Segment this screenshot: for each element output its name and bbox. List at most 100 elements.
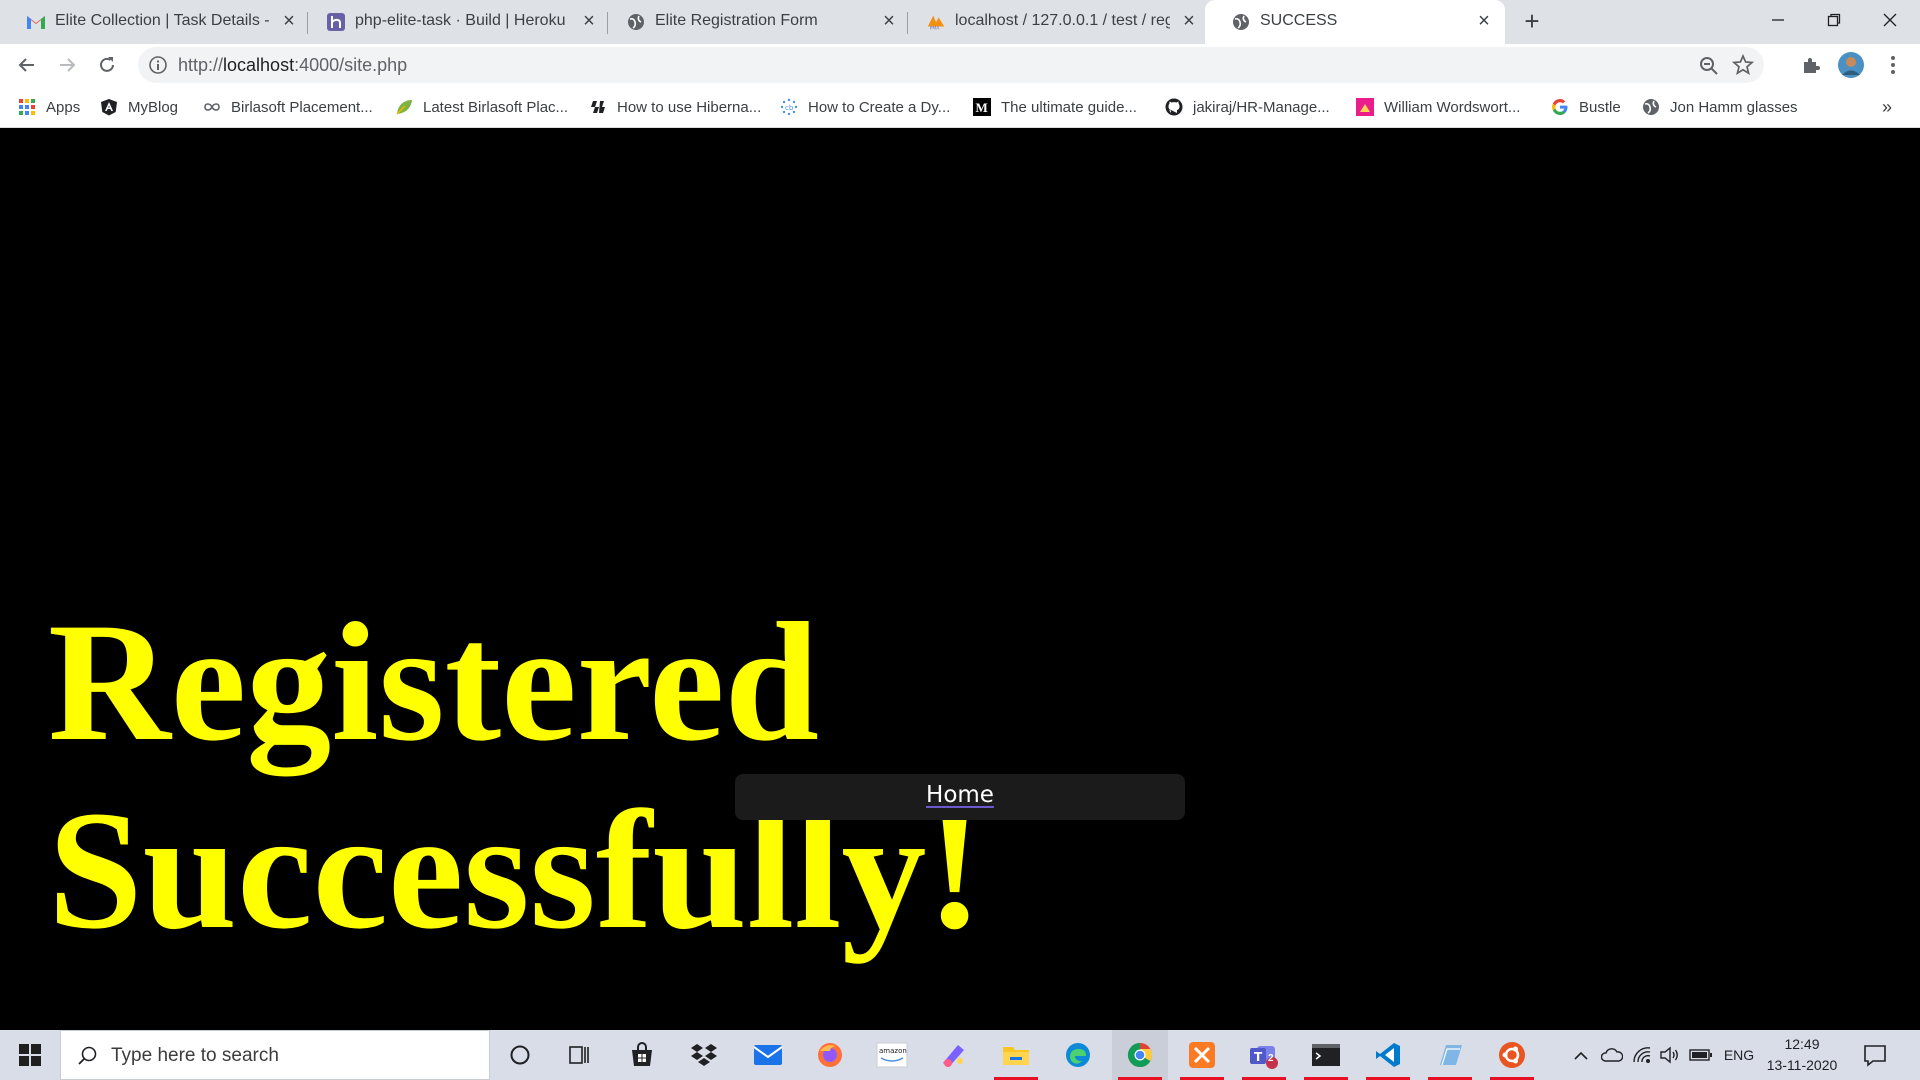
forward-icon[interactable]	[52, 50, 82, 80]
tab-strip: Elite Collection | Task Details - vis × …	[0, 0, 1920, 44]
bookmark-star-icon[interactable]	[1731, 53, 1755, 76]
bookmark-hibernate[interactable]: How to use Hiberna...	[589, 86, 761, 128]
bookmark-bustle[interactable]: Bustle	[1551, 86, 1621, 128]
terminal-icon[interactable]	[1298, 1030, 1354, 1080]
bookmark-label: Apps	[46, 98, 81, 116]
taskbar-search-box[interactable]: Type here to search	[60, 1030, 490, 1080]
language-indicator[interactable]: ENG	[1718, 1030, 1760, 1080]
tab-phpmyadmin[interactable]: PMA localhost / 127.0.0.1 / test / regis…	[900, 0, 1200, 44]
tab-gmail[interactable]: Elite Collection | Task Details - vis ×	[0, 0, 300, 44]
minimize-icon[interactable]	[1750, 0, 1806, 40]
phpmyadmin-icon: PMA	[926, 12, 946, 32]
ubuntu-icon[interactable]	[1484, 1030, 1540, 1080]
bookmark-label: How to Create a Dy...	[808, 98, 951, 116]
tab-title: Elite Collection | Task Details - vis	[55, 12, 270, 29]
url-host: localhost	[223, 55, 295, 75]
svg-text:amazon: amazon	[879, 1047, 907, 1055]
url-text: http://localhost:4000/site.php	[178, 47, 407, 83]
close-tab-icon[interactable]: ×	[1473, 10, 1495, 32]
info-icon[interactable]	[148, 55, 168, 75]
task-view-icon[interactable]	[552, 1030, 608, 1080]
svg-text:T: T	[1254, 1050, 1263, 1064]
bookmark-github-hr[interactable]: jakiraj/HR-Manage...	[1165, 86, 1330, 128]
avatar[interactable]	[1836, 50, 1866, 80]
file-explorer-icon[interactable]	[988, 1030, 1044, 1080]
amazon-icon[interactable]: amazon	[864, 1030, 920, 1080]
gmail-icon	[26, 12, 46, 32]
back-icon[interactable]	[12, 50, 42, 80]
bookmark-label: Birlasoft Placement...	[231, 98, 373, 116]
home-link[interactable]: Home	[926, 782, 994, 808]
new-tab-button[interactable]: +	[1518, 8, 1546, 36]
bustle-icon	[1356, 98, 1374, 116]
github-icon	[1165, 98, 1183, 116]
clock-date: 13-11-2020	[1766, 1057, 1838, 1073]
url-scheme: http://	[178, 55, 224, 75]
angular-icon	[100, 98, 118, 116]
heading-line-1: Registered	[48, 588, 820, 776]
mail-icon[interactable]	[740, 1030, 796, 1080]
firefox-icon[interactable]	[802, 1030, 858, 1080]
dropbox-icon[interactable]	[676, 1030, 732, 1080]
teams-badge: 2	[1268, 1053, 1274, 1064]
notification-center-icon[interactable]	[1862, 1042, 1888, 1068]
bookmark-label: The ultimate guide...	[1001, 98, 1137, 116]
zoom-icon[interactable]	[1698, 55, 1720, 77]
globe-icon	[626, 12, 646, 32]
reload-icon[interactable]	[92, 50, 122, 80]
bookmark-label: Bustle	[1579, 98, 1621, 116]
vscode-icon[interactable]	[1360, 1030, 1416, 1080]
home-nav-bar: Home	[735, 774, 1185, 820]
bookmarks-bar: Apps MyBlog Birlasoft Placement... Lates…	[0, 86, 1920, 128]
notepad-icon[interactable]	[1422, 1030, 1478, 1080]
onedrive-icon[interactable]	[1598, 1030, 1626, 1080]
bookmark-label: MyBlog	[128, 98, 179, 116]
bookmark-myblog[interactable]: MyBlog	[100, 86, 178, 128]
tab-registration-form[interactable]: Elite Registration Form ×	[600, 0, 900, 44]
close-tab-icon[interactable]: ×	[578, 10, 600, 32]
tab-heroku[interactable]: php-elite-task · Build | Heroku ×	[300, 0, 600, 44]
close-window-icon[interactable]	[1862, 0, 1918, 40]
bookmark-william-wordsworth[interactable]: William Wordswort...	[1356, 86, 1520, 128]
bookmark-jon-hamm[interactable]: Jon Hamm glasses	[1642, 86, 1798, 128]
bookmark-label: William Wordswort...	[1384, 98, 1521, 116]
wifi-icon[interactable]	[1628, 1030, 1656, 1080]
search-icon	[77, 1045, 99, 1067]
bookmark-ultimate-guide[interactable]: M The ultimate guide...	[973, 86, 1137, 128]
clock-time: 12:49	[1784, 1036, 1820, 1052]
bookmark-create-dynamic[interactable]: cb How to Create a Dy...	[780, 86, 950, 128]
show-hidden-icons-icon[interactable]	[1568, 1030, 1594, 1080]
bookmarks-overflow-button[interactable]: »	[1882, 86, 1892, 128]
battery-icon[interactable]	[1686, 1030, 1716, 1080]
system-clock[interactable]: 12:49 13-11-2020	[1762, 1034, 1842, 1076]
edge-icon[interactable]	[1050, 1030, 1106, 1080]
extensions-icon[interactable]	[1796, 50, 1826, 80]
infinity-icon	[203, 98, 221, 116]
close-tab-icon[interactable]: ×	[278, 10, 300, 32]
volume-icon[interactable]	[1656, 1030, 1684, 1080]
store-icon[interactable]	[614, 1030, 670, 1080]
leaf-icon	[395, 98, 413, 116]
menu-dots-icon[interactable]	[1878, 50, 1908, 80]
bookmark-label: jakiraj/HR-Manage...	[1193, 98, 1330, 116]
restore-icon[interactable]	[1806, 0, 1862, 40]
chrome-icon[interactable]	[1112, 1030, 1168, 1080]
address-bar[interactable]: http://localhost:4000/site.php	[138, 47, 1764, 83]
xampp-icon[interactable]	[1174, 1030, 1230, 1080]
bookmark-apps[interactable]: Apps	[18, 86, 80, 128]
page-content: Registered Successfully! Home	[0, 128, 1920, 1030]
svg-text:PMA: PMA	[930, 25, 941, 31]
tab-title: SUCCESS	[1260, 12, 1338, 29]
windows-start-icon[interactable]	[0, 1030, 60, 1080]
teams-icon[interactable]: T 2	[1236, 1030, 1292, 1080]
paint-icon[interactable]	[926, 1030, 982, 1080]
sun-dots-icon: cb	[780, 98, 798, 116]
windows-taskbar: Type here to search amazon T 2 ENG 12:49…	[0, 1030, 1920, 1080]
close-tab-icon[interactable]: ×	[878, 10, 900, 32]
tab-title: localhost / 127.0.0.1 / test / regis	[955, 12, 1170, 29]
close-tab-icon[interactable]: ×	[1178, 10, 1200, 32]
tab-success[interactable]: SUCCESS ×	[1205, 0, 1505, 44]
bookmark-latest-birlasoft[interactable]: Latest Birlasoft Plac...	[395, 86, 568, 128]
bookmark-birlasoft-placement[interactable]: Birlasoft Placement...	[203, 86, 373, 128]
cortana-icon[interactable]	[492, 1030, 548, 1080]
